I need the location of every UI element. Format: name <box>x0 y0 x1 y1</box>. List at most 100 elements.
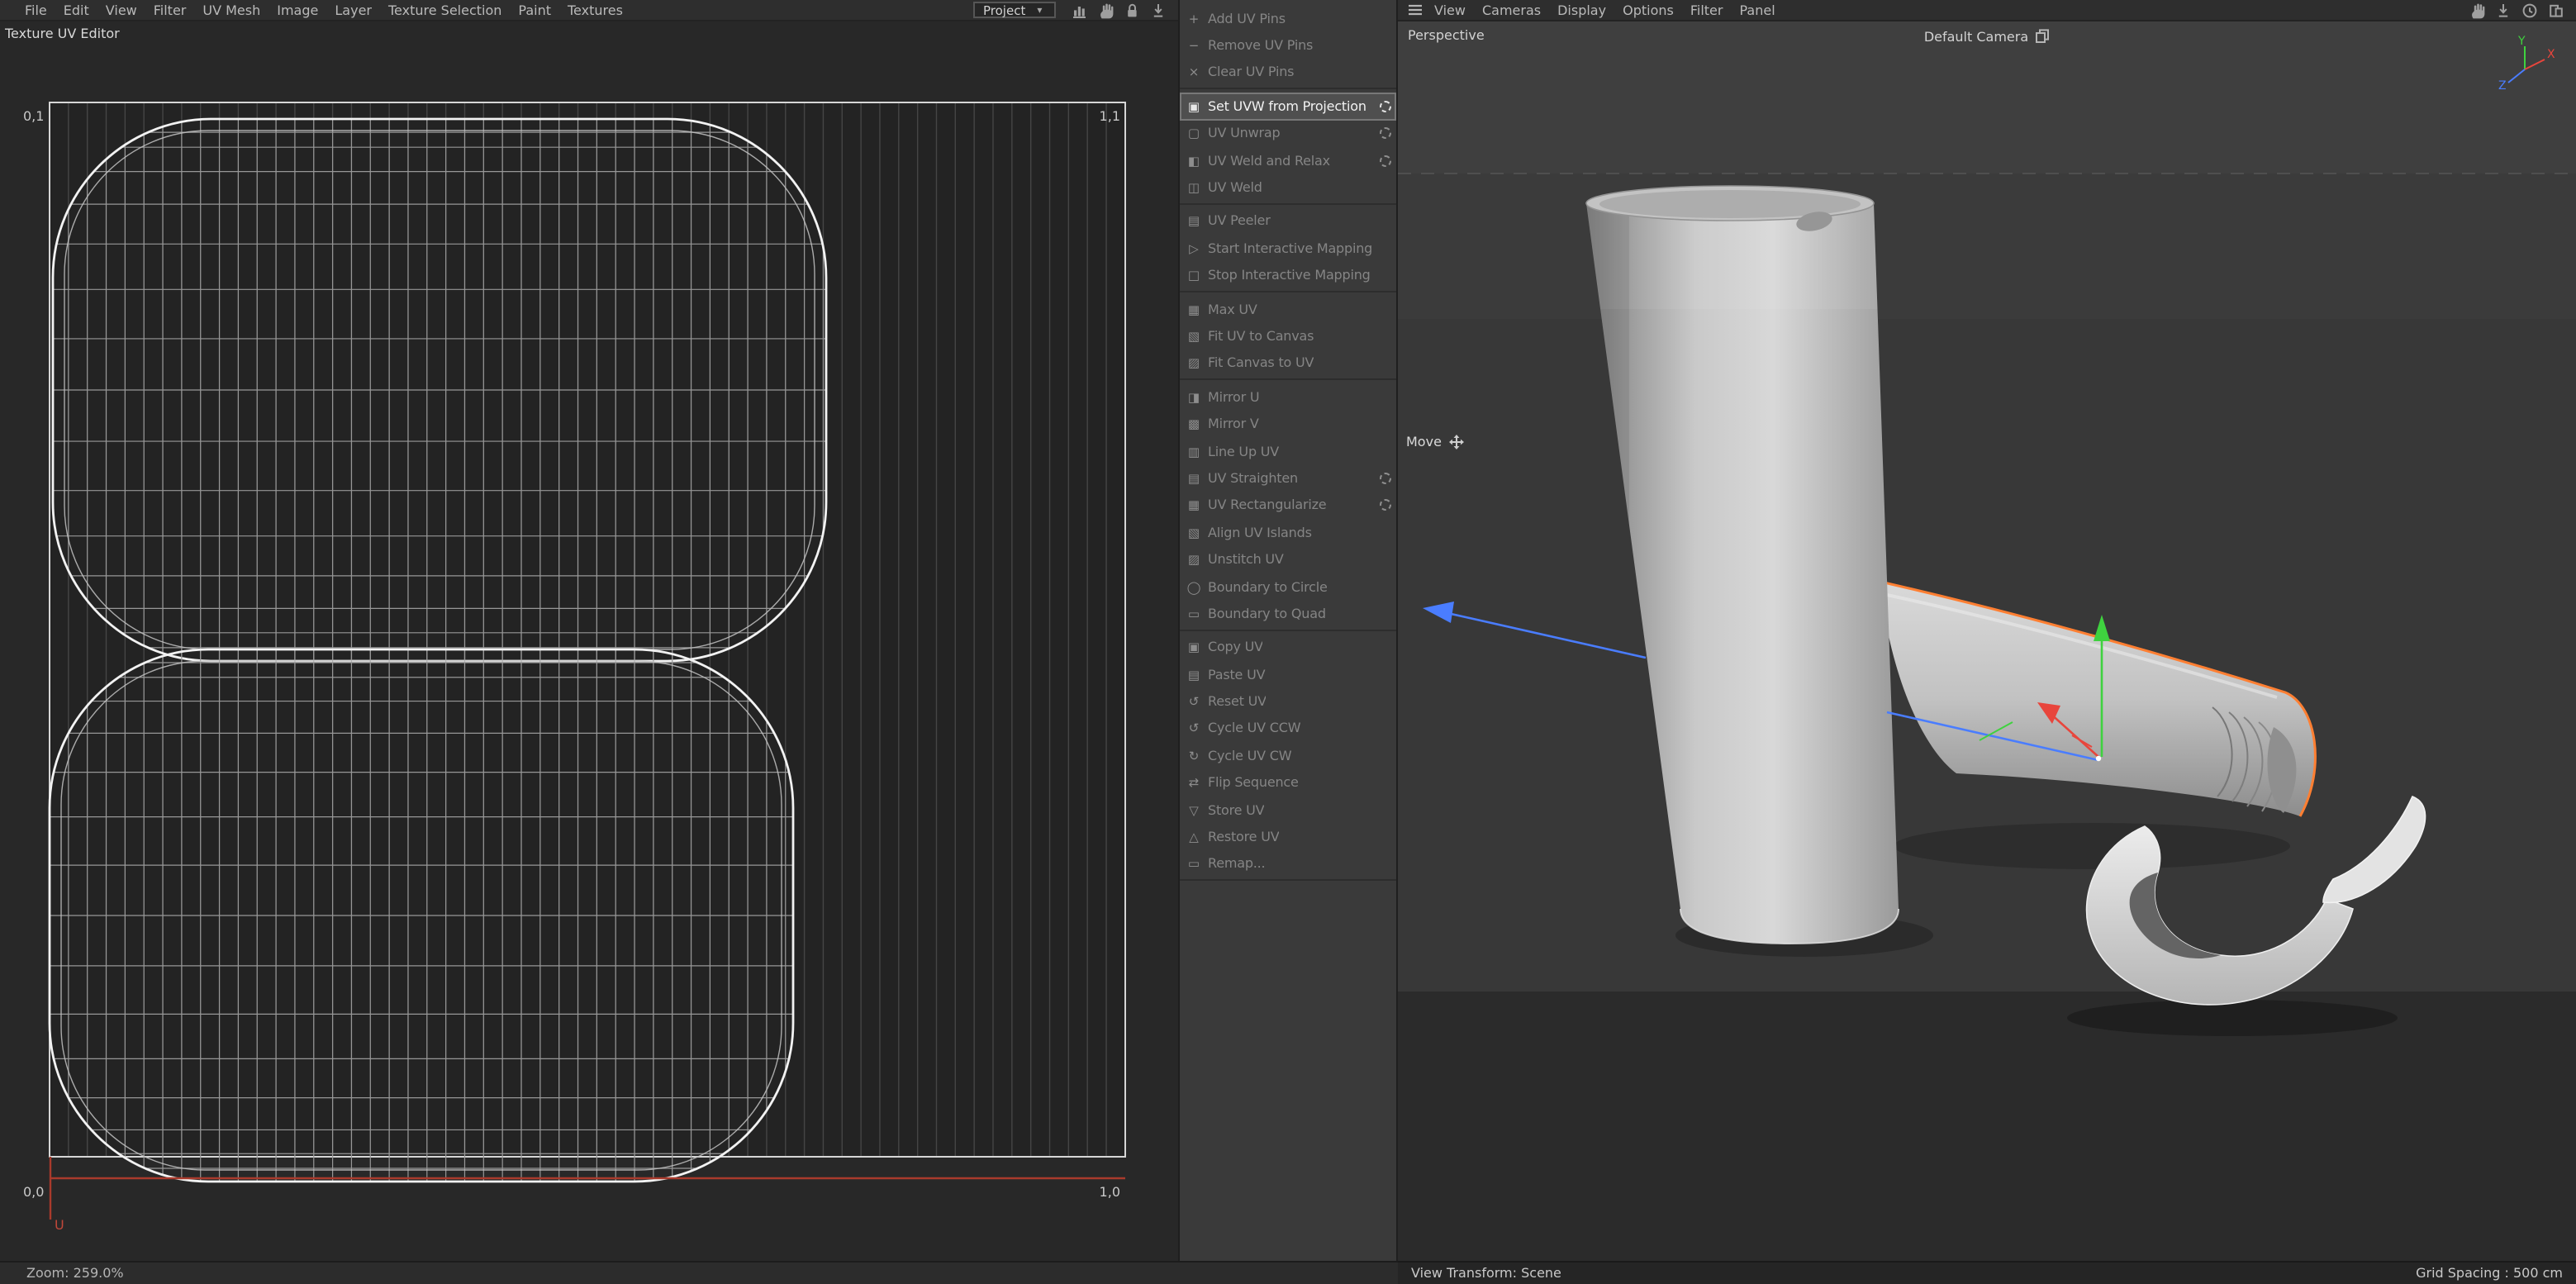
lock-icon[interactable] <box>1120 0 1142 20</box>
command-add-uv-pins[interactable]: +Add UV Pins <box>1180 5 1396 32</box>
command-copy-uv[interactable]: ▣Copy UV <box>1180 634 1396 661</box>
tube-shadow <box>1894 823 2290 869</box>
hand-icon[interactable] <box>1094 0 1115 20</box>
menu-file[interactable]: File <box>17 2 55 17</box>
command-label: Boundary to Circle <box>1208 579 1328 594</box>
menu-textures[interactable]: Textures <box>559 2 631 17</box>
command-clear-uv-pins[interactable]: ×Clear UV Pins <box>1180 59 1396 87</box>
menu-edit[interactable]: Edit <box>55 2 97 17</box>
menu-paint[interactable]: Paint <box>510 2 559 17</box>
command-label: Max UV <box>1208 302 1257 316</box>
perspective-viewport[interactable]: Y X Z View Cameras Display Options Filte… <box>1398 0 2576 1284</box>
hamburger-menu-icon[interactable] <box>1404 0 1426 20</box>
uv-weld-icon: ◫ <box>1185 180 1203 195</box>
histogram-icon[interactable] <box>1067 0 1089 20</box>
command-label: UV Peeler <box>1208 214 1271 229</box>
active-tool-name: Move <box>1406 435 1442 449</box>
hand-icon[interactable] <box>2465 0 2487 20</box>
viewport-toolbar <box>2465 0 2569 20</box>
command-unstitch-uv[interactable]: ▨Unstitch UV <box>1180 546 1396 573</box>
mirror-u-icon: ◨ <box>1185 390 1203 405</box>
command-label: UV Weld <box>1208 180 1262 195</box>
sheet-shadow <box>2067 1000 2398 1036</box>
command-start-interactive-mapping[interactable]: ▷Start Interactive Mapping <box>1180 235 1396 262</box>
texture-uv-editor-pane: U 0,1 1,1 0,0 1,0 File Edit View Filter … <box>0 0 1178 1284</box>
command-fit-uv-to-canvas[interactable]: ▧Fit UV to Canvas <box>1180 323 1396 350</box>
menu-uv-mesh[interactable]: UV Mesh <box>194 2 269 17</box>
gear-icon[interactable] <box>1380 101 1391 112</box>
menu-vp-panel[interactable]: Panel <box>1731 2 1783 17</box>
command-line-up-uv[interactable]: ▥Line Up UV <box>1180 438 1396 465</box>
command-paste-uv[interactable]: ▤ Paste UV <box>1180 661 1396 688</box>
download-icon[interactable] <box>1147 0 1168 20</box>
command-reset-uv[interactable]: ↺Reset UV <box>1180 688 1396 716</box>
command-remap[interactable]: ▭Remap... <box>1180 850 1396 877</box>
command-uv-straighten[interactable]: ▤UV Straighten <box>1180 465 1396 492</box>
uv-corner-label-00: 0,0 <box>23 1184 44 1200</box>
menu-filter[interactable]: Filter <box>145 2 195 17</box>
restore-uv-icon: △ <box>1185 830 1203 844</box>
command-cycle-uv-cw[interactable]: ↻ Cycle UV CW <box>1180 742 1396 769</box>
menu-image[interactable]: Image <box>269 2 326 17</box>
gear-icon[interactable] <box>1380 128 1391 140</box>
command-max-uv[interactable]: ▦Max UV <box>1180 296 1396 323</box>
menu-vp-cameras[interactable]: Cameras <box>1474 2 1549 17</box>
command-uv-rectangularize[interactable]: ▦UV Rectangularize <box>1180 492 1396 519</box>
command-cycle-uv-ccw[interactable]: ↺Cycle UV CCW <box>1180 716 1396 743</box>
gizmo-center[interactable] <box>2096 756 2101 761</box>
command-uv-unwrap[interactable]: ▢ UV Unwrap <box>1180 120 1396 147</box>
command-uv-weld-and-relax[interactable]: ◧UV Weld and Relax <box>1180 147 1396 174</box>
hud-axis-z-label: Z <box>2498 79 2507 93</box>
gear-icon[interactable] <box>1380 500 1391 511</box>
menu-vp-display[interactable]: Display <box>1549 2 1614 17</box>
command-flip-sequence[interactable]: ⇄Flip Sequence <box>1180 769 1396 797</box>
command-store-uv[interactable]: ▽Store UV <box>1180 797 1396 824</box>
uv-peeler-icon: ▤ <box>1185 214 1203 229</box>
command-uv-peeler[interactable]: ▤ UV Peeler <box>1180 207 1396 235</box>
boundary-to-quad-icon: ▭ <box>1185 606 1203 621</box>
command-label: Clear UV Pins <box>1208 65 1294 80</box>
gear-icon[interactable] <box>1380 155 1391 166</box>
paste-uv-icon: ▤ <box>1185 667 1203 682</box>
command-label: Line Up UV <box>1208 444 1279 459</box>
command-label: Stop Interactive Mapping <box>1208 268 1371 283</box>
menu-vp-filter[interactable]: Filter <box>1682 2 1732 17</box>
command-label: Paste UV <box>1208 667 1265 682</box>
project-dropdown[interactable]: Project ▾ <box>973 2 1056 18</box>
command-restore-uv[interactable]: △ Restore UV <box>1180 824 1396 851</box>
command-set-uvw-from-projection[interactable]: ▣Set UVW from Projection <box>1180 93 1396 120</box>
menu-vp-view[interactable]: View <box>1426 2 1474 17</box>
command-fit-canvas-to-uv[interactable]: ▨Fit Canvas to UV <box>1180 350 1396 377</box>
command-align-uv-islands[interactable]: ▧Align UV Islands <box>1180 519 1396 546</box>
command-label: Fit Canvas to UV <box>1208 356 1314 371</box>
panels-icon[interactable] <box>2545 0 2566 20</box>
command-boundary-to-circle[interactable]: ◯Boundary to Circle <box>1180 573 1396 601</box>
clock-icon[interactable] <box>2518 0 2540 20</box>
stop-interactive-mapping-icon: □ <box>1185 268 1203 283</box>
command-mirror-v[interactable]: ▩Mirror V <box>1180 411 1396 438</box>
menu-layer[interactable]: Layer <box>326 2 380 17</box>
command-boundary-to-quad[interactable]: ▭Boundary to Quad <box>1180 600 1396 627</box>
gear-icon[interactable] <box>1380 473 1391 484</box>
download-icon[interactable] <box>2492 0 2513 20</box>
camera-link-icon[interactable] <box>2033 28 2050 45</box>
uv-canvas[interactable]: U 0,1 1,1 0,0 1,0 <box>0 0 1178 1284</box>
uv-unwrap-icon: ▢ <box>1185 126 1203 141</box>
command-label: Mirror V <box>1208 416 1259 431</box>
viewport-floor-band <box>1398 992 2576 1261</box>
remove-uv-pins-icon: − <box>1185 38 1203 53</box>
command-uv-weld[interactable]: ◫ UV Weld <box>1180 174 1396 202</box>
menu-view[interactable]: View <box>97 2 145 17</box>
menu-vp-options[interactable]: Options <box>1614 2 1682 17</box>
uv-corner-label-11: 1,1 <box>1100 108 1120 124</box>
command-label: Cycle UV CW <box>1208 749 1291 763</box>
viewport-menubar: View Cameras Display Options Filter Pane… <box>1398 0 2576 21</box>
command-stop-interactive-mapping[interactable]: □ Stop Interactive Mapping <box>1180 262 1396 289</box>
command-remove-uv-pins[interactable]: −Remove UV Pins <box>1180 32 1396 59</box>
command-label: Restore UV <box>1208 830 1279 844</box>
cycle-uv-cw-icon: ↻ <box>1185 749 1203 763</box>
camera-label[interactable]: Default Camera <box>1398 28 2576 45</box>
command-mirror-u[interactable]: ◨Mirror U <box>1180 383 1396 411</box>
command-label: UV Unwrap <box>1208 126 1280 141</box>
menu-texture-selection[interactable]: Texture Selection <box>380 2 510 17</box>
